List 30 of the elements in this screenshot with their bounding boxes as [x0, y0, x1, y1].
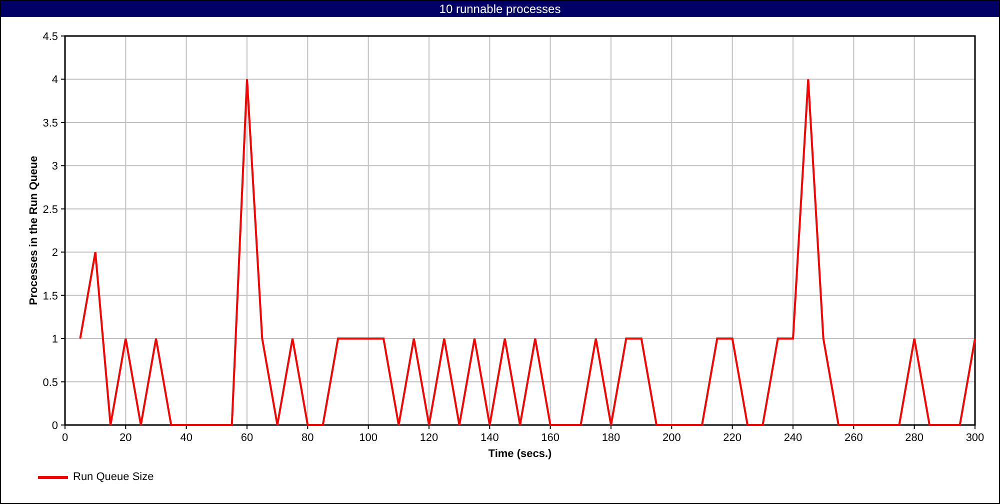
- x-tick-label: 60: [240, 432, 254, 444]
- x-tick-label: 260: [844, 432, 863, 444]
- y-tick-label: 3.5: [42, 117, 58, 130]
- x-tick-label: 160: [541, 432, 560, 444]
- y-axis-title: Processes in the Run Queue: [28, 156, 40, 306]
- x-tick-label: 180: [602, 432, 620, 444]
- x-tick-label: 300: [966, 432, 984, 444]
- x-tick-label: 0: [62, 432, 68, 444]
- x-tick-label: 200: [662, 432, 681, 444]
- y-tick-label: 4.5: [42, 31, 58, 43]
- legend-label: Run Queue Size: [73, 471, 154, 483]
- x-tick-label: 220: [723, 432, 742, 444]
- window-title: 10 runnable processes: [1, 1, 999, 17]
- x-tick-label: 280: [905, 432, 924, 444]
- x-tick-label: 140: [480, 432, 499, 444]
- y-tick-label: 3: [52, 160, 58, 173]
- x-tick-label: 20: [120, 432, 132, 444]
- x-tick-label: 80: [302, 432, 314, 444]
- x-tick-label: 240: [784, 432, 802, 444]
- y-tick-label: 0: [52, 420, 58, 432]
- y-tick-label: 2.5: [42, 204, 58, 216]
- y-tick-label: 0.5: [42, 376, 58, 389]
- y-tick-label: 4: [52, 74, 58, 86]
- x-axis-title: Time (secs.): [488, 448, 552, 460]
- y-tick-label: 1: [52, 334, 58, 346]
- x-tick-label: 100: [359, 432, 378, 444]
- y-tick-label: 1.5: [42, 290, 58, 302]
- x-tick-label: 40: [180, 432, 192, 444]
- y-tick-label: 2: [52, 247, 58, 260]
- x-tick-label: 120: [420, 432, 438, 444]
